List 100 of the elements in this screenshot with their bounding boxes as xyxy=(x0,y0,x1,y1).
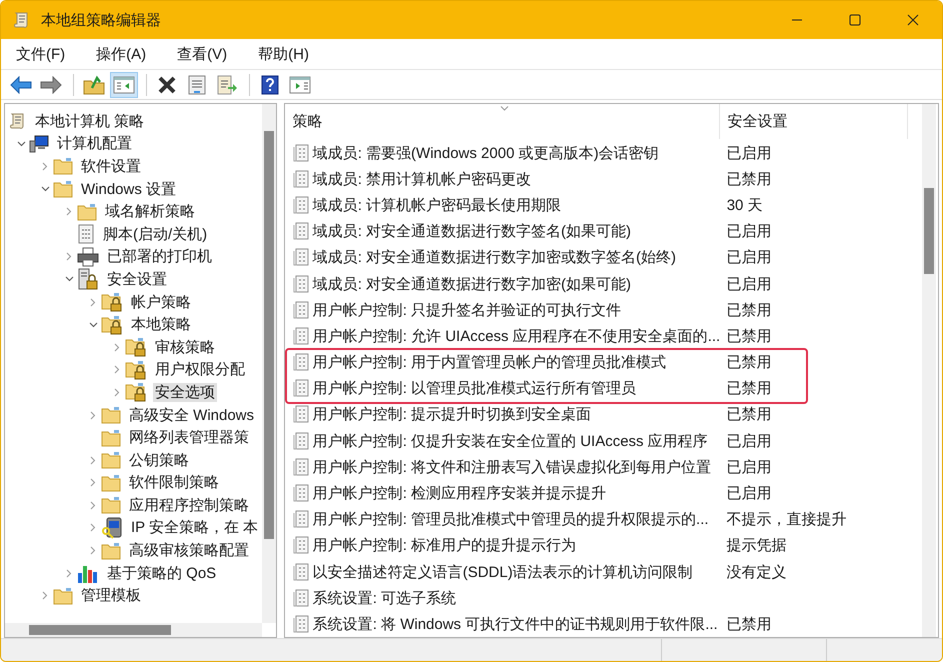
policy-name[interactable]: 用户帐户控制: 用于内置管理员帐户的管理员批准模式 xyxy=(312,354,666,372)
tree-item[interactable]: 安全选项 xyxy=(153,382,217,402)
tree-item[interactable]: 用户权限分配 xyxy=(153,360,247,380)
script-icon xyxy=(77,224,95,244)
policy-icon xyxy=(292,588,310,608)
folder-icon xyxy=(77,202,97,221)
policy-name[interactable]: 域成员: 对安全通道数据进行数字加密或数字签名(始终) xyxy=(312,249,676,266)
tree-item[interactable]: 管理模板 xyxy=(79,586,143,606)
policy-icon xyxy=(292,326,310,346)
policy-icon xyxy=(292,222,310,242)
policy-name[interactable]: 用户帐户控制: 仅提升安装在安全位置的 UIAccess 应用程序 xyxy=(312,432,708,450)
policy-icon xyxy=(292,144,310,163)
policy-name[interactable]: 用户帐户控制: 提示提升时切换到安全桌面 xyxy=(312,406,592,424)
policy-name[interactable]: 用户帐户控制: 允许 UIAccess 应用程序在不使用安全桌面的... xyxy=(312,328,720,345)
setting-value: 已启用 xyxy=(726,432,773,451)
setting-value: 已启用 xyxy=(726,458,773,477)
policy-name[interactable]: 用户帐户控制: 以管理员批准模式运行所有管理员 xyxy=(312,380,636,398)
bar-chart-icon xyxy=(77,563,99,584)
folder-icon xyxy=(53,157,73,176)
setting-value: 已启用 xyxy=(726,222,773,242)
folder-icon xyxy=(101,428,121,447)
window-title: 本地组策略编辑器 xyxy=(41,10,162,30)
policy-icon xyxy=(292,300,310,320)
policy-name[interactable]: 用户帐户控制: 检测应用程序安装并提示提升 xyxy=(312,485,606,502)
tree-item[interactable]: 计算机配置 xyxy=(55,134,134,154)
folder-icon xyxy=(101,406,121,424)
policy-name[interactable]: 用户帐户控制: 只提升签名并验证的可执行文件 xyxy=(312,302,622,319)
tree-item[interactable]: 本地计算机 策略 xyxy=(33,112,146,131)
sort-caret-icon xyxy=(500,106,509,111)
tree-item[interactable]: 本地策略 xyxy=(129,315,193,334)
policy-icon xyxy=(292,274,310,294)
policy-name[interactable]: 用户帐户控制: 标准用户的提升提示行为 xyxy=(312,537,576,554)
locked-folder-icon xyxy=(101,292,123,312)
setting-value: 没有定义 xyxy=(726,562,788,582)
setting-value: 已启用 xyxy=(726,248,773,268)
menu-item[interactable]: 操作(A) xyxy=(87,42,156,66)
setting-value: 30 天 xyxy=(726,196,764,215)
locked-folder-icon xyxy=(101,314,123,335)
policy-name[interactable]: 域成员: 对安全通道数据进行数字签名(如果可能) xyxy=(312,223,632,240)
policy-icon xyxy=(292,170,310,189)
policy-name[interactable]: 用户帐户控制: 管理员批准模式中管理员的提升权限提示的... xyxy=(312,511,709,528)
scrollbar-thumb[interactable] xyxy=(29,625,171,635)
policy-icon xyxy=(292,510,310,530)
tree-item[interactable]: 应用程序控制策略 xyxy=(127,496,251,515)
tree-item[interactable]: 高级安全 Windows xyxy=(127,406,256,425)
policy-name[interactable]: 域成员: 需要强(Windows 2000 或更高版本)会话密钥 xyxy=(312,144,659,162)
policy-icon xyxy=(292,379,310,398)
tree-item[interactable]: 脚本(启动/关机) xyxy=(101,224,210,244)
menu-item[interactable]: 帮助(H) xyxy=(249,42,318,66)
tree-item[interactable]: 高级审核策略配置 xyxy=(127,541,251,560)
column-header[interactable]: 安全设置 xyxy=(718,104,907,139)
setting-value: 已禁用 xyxy=(726,379,773,398)
server-lock-icon xyxy=(77,268,99,290)
setting-value: 不提示，直接提升 xyxy=(726,510,848,530)
tree-item[interactable]: 帐户策略 xyxy=(129,292,193,312)
tree-item[interactable]: 软件设置 xyxy=(79,156,143,176)
setting-value: 已启用 xyxy=(726,274,773,294)
setting-value: 已启用 xyxy=(726,484,773,504)
tree-item[interactable]: 审核策略 xyxy=(153,338,217,357)
locked-folder-icon xyxy=(125,337,147,358)
folder-icon xyxy=(53,586,73,605)
menu-item[interactable]: 文件(F) xyxy=(7,42,74,66)
tree-pane-icon[interactable] xyxy=(110,72,138,98)
policy-name[interactable]: 系统设置: 将 Windows 可执行文件中的证书规则用于软件限... xyxy=(312,616,718,633)
policy-icon xyxy=(292,405,310,424)
tree-item[interactable]: 网络列表管理器策 xyxy=(127,428,251,448)
setting-value: 已启用 xyxy=(726,144,773,163)
policy-icon xyxy=(292,248,310,268)
policy-name[interactable]: 域成员: 计算机帐户密码最长使用期限 xyxy=(312,196,562,214)
folder-icon xyxy=(101,474,121,492)
maximize-icon[interactable] xyxy=(849,14,861,26)
close-icon[interactable] xyxy=(907,14,919,26)
tree-item[interactable]: 安全设置 xyxy=(105,270,169,289)
locked-folder-icon xyxy=(125,360,147,380)
setting-value: 已禁用 xyxy=(726,300,773,320)
policy-icon xyxy=(292,458,310,477)
policy-icon xyxy=(292,196,310,215)
folder-icon xyxy=(101,451,121,470)
folder-icon xyxy=(53,180,73,198)
column-header[interactable]: 策略 xyxy=(284,112,719,131)
policy-name[interactable]: 以安全描述符定义语言(SDDL)语法表示的计算机访问限制 xyxy=(312,564,693,581)
policy-name[interactable]: 系统设置: 可选子系统 xyxy=(312,590,456,607)
policy-icon xyxy=(292,536,310,556)
tree-item[interactable]: 域名解析策略 xyxy=(103,202,197,222)
key-computer-icon xyxy=(101,516,123,539)
menu-item[interactable]: 查看(V) xyxy=(168,42,236,66)
policy-name[interactable]: 域成员: 禁用计算机帐户密码更改 xyxy=(312,170,532,188)
tree-item[interactable]: 已部署的打印机 xyxy=(105,247,214,266)
scrollbar-thumb[interactable] xyxy=(924,188,934,274)
tree-item[interactable]: Windows 设置 xyxy=(79,180,178,199)
tree-item[interactable]: 软件限制策略 xyxy=(127,473,221,492)
tree-item[interactable]: 公钥策略 xyxy=(127,450,191,470)
locked-folder-icon xyxy=(125,382,147,402)
tree-item[interactable]: 基于策略的 QoS xyxy=(105,564,218,583)
policy-name[interactable]: 域成员: 对安全通道数据进行数字加密(如果可能) xyxy=(312,276,632,293)
policy-name[interactable]: 用户帐户控制: 将文件和注册表写入错误虚拟化到每用户位置 xyxy=(312,458,712,476)
folder-icon xyxy=(101,542,121,560)
setting-value: 已禁用 xyxy=(726,170,773,189)
scrollbar-thumb[interactable] xyxy=(264,131,274,539)
tree-item[interactable]: IP 安全策略，在 本 xyxy=(129,518,260,538)
